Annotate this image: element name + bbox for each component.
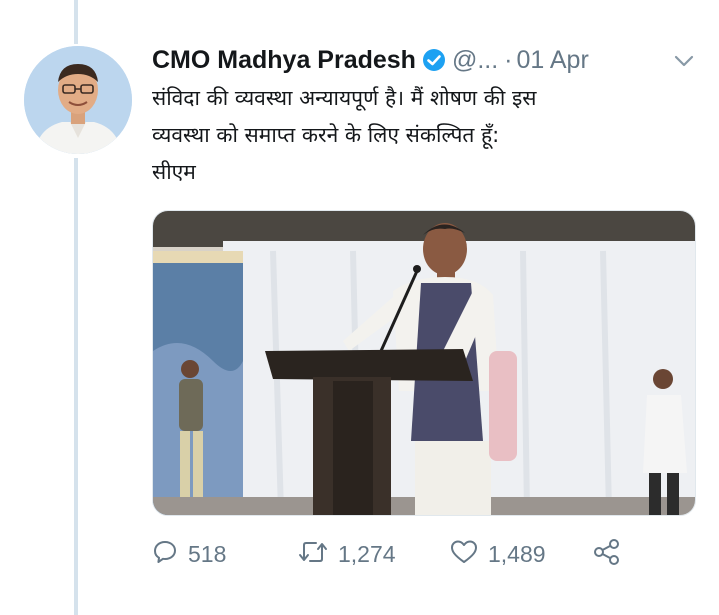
chevron-down-icon[interactable]: [672, 52, 696, 70]
share-button[interactable]: [592, 532, 622, 576]
tweet-date[interactable]: 01 Apr: [517, 46, 589, 75]
retweet-count: 1,274: [338, 540, 396, 567]
share-icon: [592, 538, 622, 570]
heart-icon: [450, 539, 478, 569]
tweet-actions: 518 1,274 1,489: [152, 532, 652, 576]
avatar-image: [24, 46, 132, 154]
retweet-button[interactable]: 1,274: [298, 532, 396, 576]
avatar[interactable]: [24, 46, 132, 154]
author-name[interactable]: CMO Madhya Pradesh: [152, 46, 416, 75]
thread-line-bottom: [74, 158, 78, 615]
author-handle[interactable]: @...: [452, 46, 498, 75]
tweet-card[interactable]: CMO Madhya Pradesh @... · 01 Apr संविदा …: [0, 0, 719, 615]
retweet-icon: [298, 539, 328, 569]
like-button[interactable]: 1,489: [450, 532, 546, 576]
photo-illustration: [153, 211, 695, 515]
reply-count: 518: [188, 540, 227, 567]
tweet-header: CMO Madhya Pradesh @... · 01 Apr: [152, 42, 589, 78]
thread-line-top: [74, 0, 78, 44]
separator-dot: ·: [504, 45, 513, 74]
tweet-photo[interactable]: [152, 210, 696, 516]
tweet-text-line: संविदा की व्यवस्था अन्यायपूर्ण है। मैं श…: [152, 86, 537, 110]
like-count: 1,489: [488, 540, 546, 567]
tweet-text-line: व्यवस्था को समाप्त करने के लिए संकल्पित …: [152, 123, 500, 147]
reply-button[interactable]: 518: [152, 532, 226, 576]
verified-badge-icon: [422, 48, 446, 72]
tweet-text: संविदा की व्यवस्था अन्यायपूर्ण है। मैं श…: [152, 80, 682, 191]
tweet-text-line: सीएम: [152, 160, 196, 184]
reply-icon: [152, 539, 178, 569]
